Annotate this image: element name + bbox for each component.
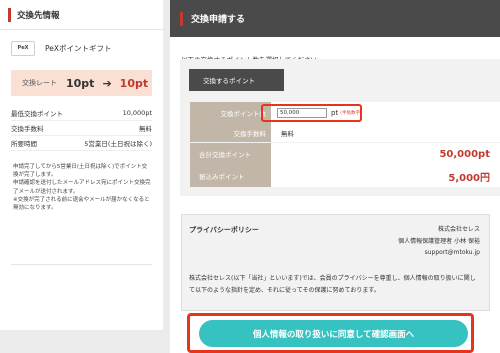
info-label: 所要時間 <box>11 140 37 148</box>
destination-title: 交換先情報 <box>17 10 60 21</box>
points-input-highlight <box>261 104 362 122</box>
privacy-manager: 個人情報保護管理者 小林 保裕 <box>398 237 480 245</box>
exchange-application-panel: 交換申請する 以下の交換するポイント数を選択してください。 交換するポイント 交… <box>170 0 500 353</box>
exchange-info-list: 最低交換ポイント 10,000pt 交換手数料 無料 所要時間 5営業日(土日祝… <box>11 106 152 151</box>
total-row: 合計交換ポイント 50,000pt <box>190 143 500 165</box>
panel-divider <box>11 264 152 265</box>
application-title: 交換申請する <box>191 15 246 25</box>
exchange-notes: 申請完了してから5営業日(土日祝は除く)でポイント交換が完了します。 申請確認を… <box>13 163 152 212</box>
total-value: 50,000pt <box>271 143 500 165</box>
header-accent-bar <box>180 11 183 26</box>
info-row-fee: 交換手数料 無料 <box>11 121 152 136</box>
note-line: ※交換が完了される前に退会やメールが届かなくなると無効になります。 <box>13 196 150 212</box>
amount-row: 振込みポイント 5,000円 <box>190 165 500 187</box>
total-label: 合計交換ポイント <box>190 143 271 165</box>
form-tab-label: 交換するポイント <box>189 69 284 91</box>
brand-row: PeX PeXポイントギフト <box>0 30 163 58</box>
info-value: 5営業日(土日祝は除く) <box>84 140 152 148</box>
amount-label: 振込みポイント <box>190 165 271 187</box>
points-label: 交換ポイント数 <box>190 102 271 124</box>
info-label: 最低交換ポイント <box>11 110 63 118</box>
pex-logo-icon: PeX <box>11 40 35 56</box>
note-line: 申請完了してから5営業日(土日祝は除く)でポイント交換が完了します。 <box>13 164 148 179</box>
info-row-duration: 所要時間 5営業日(土日祝は除く) <box>11 136 152 151</box>
exchange-form: 交換するポイント 交換ポイント数 pt (半角数字) 交換手数料 無料 合計交換… <box>180 59 500 196</box>
fee-label: 交換手数料 <box>190 124 271 142</box>
company-name: 株式会社セレス <box>437 226 480 233</box>
fee-value: 無料 <box>271 124 500 142</box>
rate-from: 10pt <box>66 76 95 90</box>
privacy-policy-box: プライバシーポリシー 株式会社セレス 個人情報保護管理者 小林 保裕 suppo… <box>181 214 490 311</box>
amount-value: 5,000円 <box>271 165 500 187</box>
info-value: 10,000pt <box>122 109 152 117</box>
exchange-rate-box: 交換レート 10pt ➔ 10pt <box>11 70 152 96</box>
brand-name: PeXポイントギフト <box>45 43 112 53</box>
fee-row: 交換手数料 無料 <box>190 124 500 142</box>
application-header: 交換申請する <box>170 0 500 37</box>
agree-and-confirm-button[interactable]: 個人情報の取り扱いに同意して確認画面へ <box>199 320 468 347</box>
info-value: 無料 <box>139 125 152 133</box>
exchange-destination-panel: 交換先情報 PeX PeXポイントギフト 交換レート 10pt ➔ 10pt 最… <box>0 0 163 330</box>
info-label: 交換手数料 <box>11 125 44 133</box>
note-line: 申請確認を送付したメールアドレス宛にポイント交換完了メールが送付されます。 <box>13 180 151 195</box>
privacy-company-info: 株式会社セレス 個人情報保護管理者 小林 保裕 support@mtoku.jp <box>398 224 480 259</box>
rate-label: 交換レート <box>22 79 57 87</box>
header-accent-bar <box>8 7 11 22</box>
privacy-body: 株式会社セレス(以下「当社」といいます)では、会員のプライバシーを尊重し、個人情… <box>189 275 476 294</box>
info-row-minimum: 最低交換ポイント 10,000pt <box>11 106 152 121</box>
rate-to: 10pt <box>119 76 149 90</box>
support-email: support@mtoku.jp <box>424 249 480 256</box>
arrow-right-icon: ➔ <box>102 76 112 90</box>
privacy-title: プライバシーポリシー <box>189 226 259 234</box>
destination-header: 交換先情報 <box>0 0 163 30</box>
